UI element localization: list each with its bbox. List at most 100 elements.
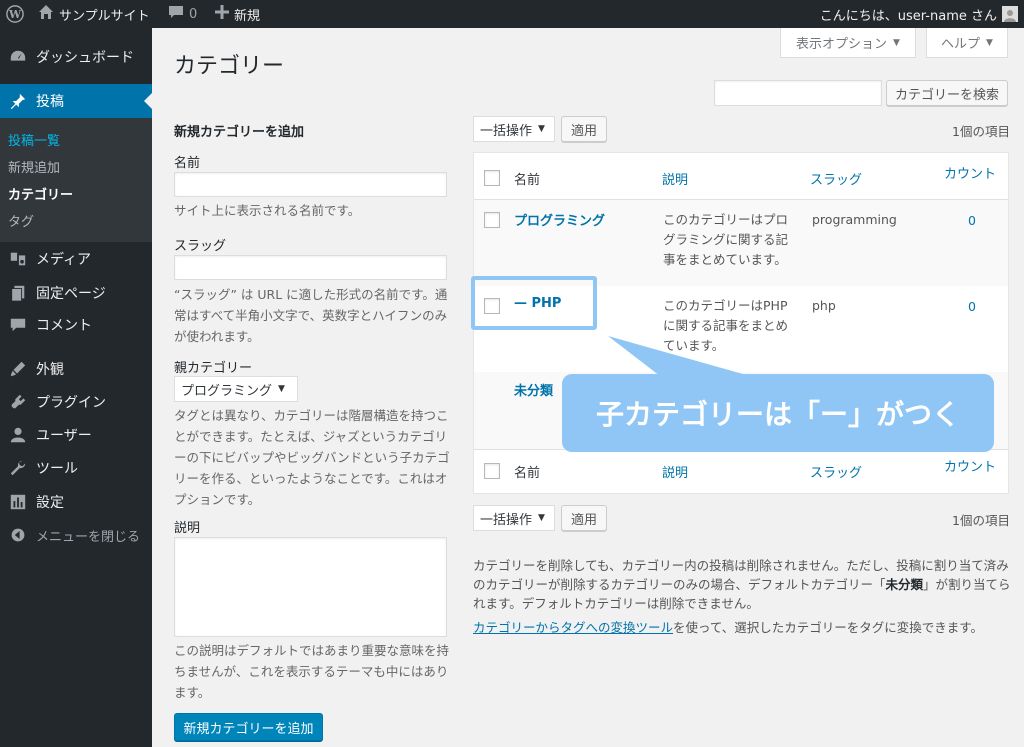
parent-label: 親カテゴリー: [174, 361, 253, 376]
column-footer-count[interactable]: カウント: [944, 456, 996, 475]
menu-appearance[interactable]: 外観: [0, 354, 152, 384]
wrench-icon: [0, 459, 36, 477]
new-label: 新規: [234, 8, 261, 24]
plugin-icon: [0, 393, 36, 411]
menu-collapse[interactable]: メニューを閉じる: [0, 520, 152, 550]
submenu-categories[interactable]: カテゴリー: [8, 184, 73, 203]
callout-annotation: 子カテゴリーは「ー」がつく: [562, 374, 994, 452]
submenu-tags[interactable]: タグ: [8, 211, 34, 230]
user-icon: [0, 426, 36, 444]
menu-pages[interactable]: 固定ページ: [0, 278, 152, 308]
appearance-icon: [0, 360, 36, 378]
site-name-link[interactable]: サンプルサイト: [38, 0, 150, 28]
menu-dashboard[interactable]: ダッシュボード: [0, 42, 152, 72]
menu-posts[interactable]: 投稿: [0, 84, 152, 118]
column-header-description[interactable]: 説明: [662, 169, 688, 188]
bulk-action-select-bottom[interactable]: 一括操作 ▼: [473, 505, 555, 531]
category-description: このカテゴリーはプログラミングに関する記事をまとめています。: [663, 212, 789, 267]
delete-note: カテゴリーを削除しても、カテゴリー内の投稿は削除されません。ただし、投稿に割り当…: [473, 556, 1013, 613]
items-count-bottom: 1個の項目: [952, 513, 1010, 528]
parent-description: タグとは異なり、カテゴリーは階層構造を持つことができます。たとえば、ジャズという…: [174, 408, 450, 507]
plus-icon: [215, 5, 229, 23]
caret-down-icon: ▼: [538, 513, 545, 523]
category-name-link[interactable]: 未分類: [514, 380, 553, 399]
comments-count: 0: [189, 6, 198, 22]
home-icon: [38, 4, 54, 24]
converter-note: カテゴリーからタグへの変換ツールを使って、選択したカテゴリーをタグに変換できます…: [473, 618, 1013, 637]
media-icon: [0, 250, 36, 268]
page-title: カテゴリー: [174, 54, 285, 79]
menu-users[interactable]: ユーザー: [0, 420, 152, 450]
help-label: ヘルプ: [941, 37, 981, 52]
column-footer-slug[interactable]: スラッグ: [810, 462, 862, 481]
menu-label: メディア: [36, 252, 92, 268]
menu-settings[interactable]: 設定: [0, 487, 152, 517]
menu-comments[interactable]: コメント: [0, 310, 152, 340]
parent-selected-value: プログラミング: [181, 383, 273, 399]
search-categories-button[interactable]: カテゴリーを検索: [886, 80, 1008, 106]
select-all-checkbox[interactable]: [484, 170, 500, 186]
category-slug: php: [812, 298, 836, 313]
caret-down-icon: ▼: [986, 37, 993, 48]
callout-pointer: [608, 336, 750, 376]
menu-label: ダッシュボード: [36, 50, 134, 66]
menu-label: コメント: [36, 318, 92, 334]
comment-bubble-icon: [168, 4, 184, 24]
bulk-action-select-top[interactable]: 一括操作 ▼: [473, 116, 555, 142]
menu-label: メニューを閉じる: [36, 529, 141, 545]
category-count-link[interactable]: 0: [968, 213, 976, 228]
column-footer-description[interactable]: 説明: [662, 462, 688, 481]
collapse-icon: [0, 527, 36, 543]
menu-label: 固定ページ: [36, 286, 106, 302]
pin-icon: [0, 92, 36, 110]
row-checkbox[interactable]: [484, 212, 500, 228]
add-category-button[interactable]: 新規カテゴリーを追加: [174, 713, 323, 741]
menu-label: ツール: [36, 461, 78, 477]
admin-sidebar: ダッシュボード 投稿 投稿一覧 新規追加 カテゴリー タグ メディア 固定ページ…: [0, 28, 152, 747]
greeting: こんにちは、user-name さん: [819, 8, 997, 24]
parent-category-select[interactable]: プログラミング ▼: [174, 376, 298, 402]
category-search-input[interactable]: [714, 80, 882, 106]
page-icon: [0, 284, 36, 302]
apply-button-top[interactable]: 適用: [561, 116, 607, 142]
help-button[interactable]: ヘルプ ▼: [926, 28, 1008, 58]
menu-plugins[interactable]: プラグイン: [0, 387, 152, 417]
slug-input[interactable]: [174, 255, 447, 280]
category-count-link[interactable]: 0: [968, 299, 976, 314]
column-header-count[interactable]: カウント: [944, 163, 996, 182]
default-category-name: 未分類: [885, 577, 924, 592]
menu-label: 投稿: [36, 94, 64, 110]
apply-button-bottom[interactable]: 適用: [561, 505, 607, 531]
comment-icon: [0, 316, 36, 334]
name-input[interactable]: [174, 172, 447, 197]
column-header-slug[interactable]: スラッグ: [810, 169, 862, 188]
avatar: [1002, 6, 1018, 22]
column-header-name[interactable]: 名前: [514, 169, 540, 188]
menu-tools[interactable]: ツール: [0, 453, 152, 483]
items-count-top: 1個の項目: [952, 124, 1010, 139]
wordpress-logo-icon[interactable]: W: [6, 0, 24, 28]
caret-down-icon: ▼: [538, 124, 545, 134]
description-textarea[interactable]: [174, 537, 447, 637]
caret-down-icon: ▼: [893, 37, 900, 48]
bulk-selected-value: 一括操作: [480, 512, 533, 528]
category-name-link[interactable]: プログラミング: [514, 210, 605, 229]
submenu-all-posts[interactable]: 投稿一覧: [8, 130, 60, 149]
highlight-box: [471, 276, 597, 330]
submenu-add-new[interactable]: 新規追加: [8, 157, 60, 176]
svg-text:W: W: [8, 8, 22, 21]
screen-options-button[interactable]: 表示オプション ▼: [780, 28, 916, 58]
select-all-checkbox-footer[interactable]: [484, 463, 500, 479]
new-content-link[interactable]: 新規: [215, 0, 260, 28]
comments-link[interactable]: 0: [168, 0, 197, 28]
description-label: 説明: [174, 521, 201, 536]
account-menu[interactable]: こんにちは、user-name さん: [820, 0, 1018, 28]
dashboard-icon: [0, 48, 36, 66]
menu-label: ユーザー: [36, 428, 92, 444]
site-name: サンプルサイト: [59, 8, 150, 24]
converter-link[interactable]: カテゴリーからタグへの変換ツール: [473, 620, 673, 635]
screen-options-label: 表示オプション: [796, 37, 888, 52]
slug-label: スラッグ: [174, 239, 227, 254]
column-footer-name[interactable]: 名前: [514, 462, 540, 481]
menu-media[interactable]: メディア: [0, 244, 152, 274]
